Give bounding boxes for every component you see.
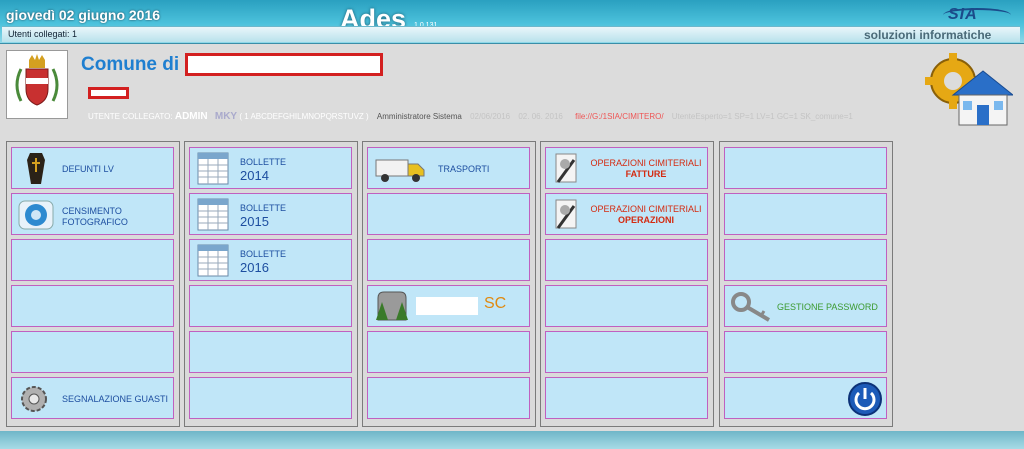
current-date: giovedì 02 giugno 2016	[6, 7, 161, 23]
tile-label: GESTIONE PASSWORD	[777, 302, 878, 312]
tile-empty[interactable]	[11, 285, 174, 327]
gear-icon	[21, 386, 47, 412]
calendar-icon	[197, 198, 229, 231]
tile-label: CENSIMENTO FOTOGRAFICO	[62, 206, 128, 227]
tile-empty[interactable]	[724, 331, 887, 373]
users-online: Utenti collegati: 1	[8, 29, 78, 39]
tile-label: BOLLETTE 2016	[240, 249, 287, 275]
tile-empty[interactable]	[11, 331, 174, 373]
tile-empty[interactable]	[724, 193, 887, 235]
title-bar: giovedì 02 giugno 2016 Ades 1.0.131 SIA …	[0, 0, 1024, 44]
tile-empty[interactable]	[189, 285, 352, 327]
calendar-icon	[197, 244, 229, 277]
calendar-icon	[197, 152, 229, 185]
redacted-name	[416, 297, 478, 315]
tile-label: BOLLETTE 2014	[240, 157, 287, 183]
user-label: UTENTE COLLEGATO:	[88, 112, 173, 121]
tile-empty[interactable]	[189, 377, 352, 419]
tile-trasporti[interactable]: TRASPORTI	[367, 147, 530, 189]
tile-label: OPERAZIONI CIMITERIALI FATTURE	[590, 158, 702, 179]
tile-empty[interactable]	[545, 377, 708, 419]
power-icon[interactable]	[847, 381, 883, 417]
comune-label: Comune di	[81, 54, 180, 75]
tile-segnalazione-guasti[interactable]: SEGNALAZIONE GUASTI	[11, 377, 174, 419]
tile-label: BOLLETTE 2015	[240, 203, 287, 229]
tile-bollette-2016[interactable]: BOLLETTE 2016	[189, 239, 352, 281]
tile-empty[interactable]	[724, 239, 887, 281]
login-date: 02/06/2016	[470, 112, 511, 121]
user-info-line: UTENTE COLLEGATO: ADMIN MKY ( 1 ABCDEFGH…	[88, 111, 853, 122]
tile-label: DEFUNTI LV	[62, 164, 114, 174]
tile-operazioni-fatture[interactable]: OPERAZIONI CIMITERIALI FATTURE	[545, 147, 708, 189]
tile-bollette-2014[interactable]: BOLLETTE 2014	[189, 147, 352, 189]
tile-label: TRASPORTI	[438, 164, 490, 174]
comune-name-redacted	[185, 53, 383, 76]
tile-label: SEGNALAZIONE GUASTI	[62, 394, 169, 404]
tomb-icon	[376, 291, 408, 321]
tile-empty[interactable]	[724, 147, 887, 189]
truck-icon	[375, 159, 425, 182]
username: ADMIN	[174, 111, 208, 122]
tile-gestione-password[interactable]: GESTIONE PASSWORD	[724, 285, 887, 327]
footer-bar	[0, 431, 1024, 449]
tile-censimento-fotografico[interactable]: CENSIMENTO FOTOGRAFICO	[11, 193, 174, 235]
menu-column-4: OPERAZIONI CIMITERIALI FATTURE OPERAZIONI…	[540, 141, 714, 427]
data-path: file://G:/1SIA/CIMITERO/	[575, 112, 664, 121]
coffin-icon	[27, 153, 45, 184]
menu-column-5: GESTIONE PASSWORD	[719, 141, 893, 427]
work-date: 02. 06. 2016	[518, 112, 563, 121]
tile-operazioni-operazioni[interactable]: OPERAZIONI CIMITERIALI OPERAZIONI	[545, 193, 708, 235]
menu-column-1: DEFUNTI LV CENSIMENTO FOTOGRAFICO SEGNALA…	[6, 141, 180, 427]
home-settings-icon[interactable]	[925, 51, 1015, 131]
user-params: UtenteEsperto=1 SP=1 LV=1 GC=1 SK_comune…	[671, 112, 853, 121]
tile-empty[interactable]	[189, 331, 352, 373]
camera-icon	[18, 200, 54, 230]
tile-empty[interactable]	[367, 193, 530, 235]
document-pen-icon	[555, 153, 577, 183]
key-icon	[731, 292, 771, 322]
sia-logo: SIA	[948, 6, 978, 23]
tile-defunti-lv[interactable]: DEFUNTI LV	[11, 147, 174, 189]
user-role: Amministratore Sistema	[376, 112, 462, 121]
municipality-crest-icon	[6, 50, 68, 119]
document-pen-icon	[555, 199, 577, 229]
brand-tagline: soluzioni informatiche	[864, 28, 992, 42]
tile-empty[interactable]	[545, 285, 708, 327]
tile-empty[interactable]	[367, 331, 530, 373]
user-letters: ( 1 ABCDEFGHILMNOPQRSTUVZ )	[239, 112, 369, 121]
tile-label: OPERAZIONI CIMITERIALI OPERAZIONI	[590, 204, 702, 225]
tile-empty[interactable]	[11, 239, 174, 281]
tile-empty[interactable]	[545, 239, 708, 281]
tile-suffix: SC	[484, 295, 507, 312]
tile-empty[interactable]	[545, 331, 708, 373]
user-code: MKY	[214, 111, 238, 122]
menu-column-2: BOLLETTE 2014 BOLLETTE 2015 BOLLETTE 2016	[184, 141, 358, 427]
status-bar: Utenti collegati: 1 soluzioni informatic…	[2, 26, 1020, 42]
tile-empty[interactable]	[367, 239, 530, 281]
tile-bollette-2015[interactable]: BOLLETTE 2015	[189, 193, 352, 235]
tile-logout[interactable]	[724, 377, 887, 419]
tile-empty[interactable]	[367, 377, 530, 419]
comune-subtitle-redacted	[88, 87, 129, 99]
tile-cimitero-sc[interactable]: SC	[367, 285, 530, 327]
menu-column-3: TRASPORTI SC	[362, 141, 536, 427]
